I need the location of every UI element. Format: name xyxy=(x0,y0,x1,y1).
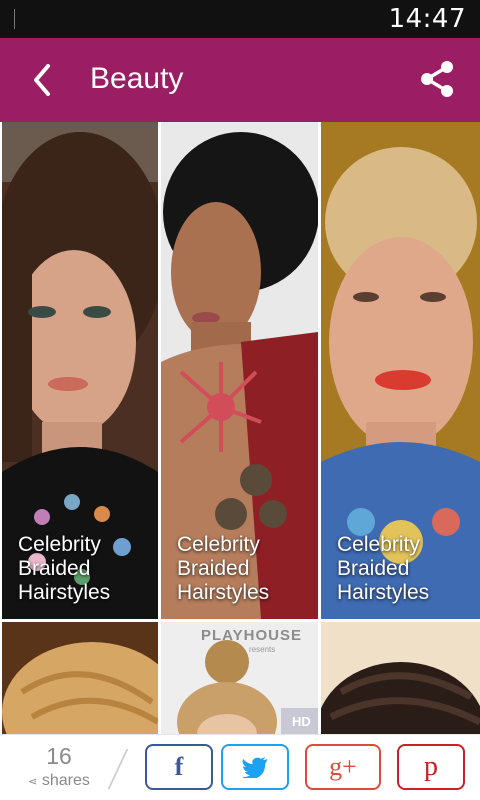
facebook-share-button[interactable]: f xyxy=(145,744,213,790)
article-tile[interactable]: Celebrity Braided Hairstyles xyxy=(321,122,480,619)
page-title: Beauty xyxy=(90,62,184,95)
back-button[interactable] xyxy=(28,60,58,100)
pinterest-icon: p xyxy=(424,751,438,782)
share-button[interactable] xyxy=(416,58,458,100)
twitter-share-button[interactable] xyxy=(221,744,289,790)
chevron-left-icon xyxy=(34,64,50,96)
tile-caption: Celebrity Braided Hairstyles xyxy=(177,533,270,604)
share-count-number: 16 xyxy=(46,743,72,769)
share-small-icon: ⋖ xyxy=(28,776,38,788)
share-bar: 16 ⋖ shares f g+ p xyxy=(0,734,480,800)
status-bar: 14:47 xyxy=(0,0,480,38)
app-bar: Beauty xyxy=(0,38,480,122)
backdrop-subtext: resents xyxy=(249,645,276,654)
facebook-icon: f xyxy=(174,752,184,781)
pinterest-share-button[interactable]: p xyxy=(397,744,465,790)
article-tile[interactable] xyxy=(2,622,158,734)
twitter-icon xyxy=(242,757,267,778)
celebrity-photo xyxy=(2,622,158,734)
status-time: 14:47 xyxy=(388,4,466,34)
article-tile[interactable]: PLAYHOUSE resents HD xyxy=(161,622,318,734)
celebrity-photo xyxy=(321,622,480,734)
article-tile[interactable]: Celebrity Braided Hairstyles xyxy=(161,122,318,619)
tile-caption: Celebrity Braided Hairstyles xyxy=(18,533,111,604)
article-tile[interactable]: Celebrity Braided Hairstyles xyxy=(2,122,158,619)
google-plus-icon: g+ xyxy=(329,752,357,781)
share-count-label: ⋖ shares xyxy=(28,772,90,789)
google-plus-share-button[interactable]: g+ xyxy=(305,744,381,790)
article-tile[interactable] xyxy=(321,622,480,734)
hd-badge: HD xyxy=(292,714,311,729)
tile-caption: Celebrity Braided Hairstyles xyxy=(337,533,430,604)
share-count: 16 ⋖ shares xyxy=(24,743,94,790)
backdrop-text: PLAYHOUSE xyxy=(201,627,302,644)
share-icon xyxy=(421,61,453,97)
divider xyxy=(107,749,129,789)
status-notch xyxy=(14,9,15,29)
article-grid: Celebrity Braided Hairstyles Celebrity B… xyxy=(0,122,480,734)
